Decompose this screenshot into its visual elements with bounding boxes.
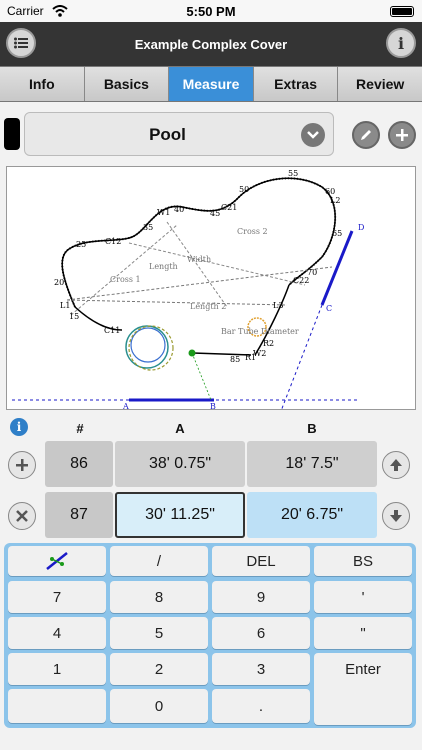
close-icon [16,510,28,522]
plus-icon [16,459,28,471]
arrow-up-icon [390,459,402,471]
point-c12: C12 [105,237,122,246]
point-35: 35 [143,223,154,232]
key-feet[interactable]: ' [314,581,412,613]
point-d: D [358,223,365,232]
measurement-diagram[interactable]: 55 60 L2 50 C21 45 40 W1 35 C12 25 20 L1… [6,166,416,411]
key-0[interactable]: 0 [110,689,208,723]
point-l1: L1 [60,301,71,310]
info-icon[interactable]: i [10,418,28,436]
keypad: / DEL BS 7 8 9 ' 4 5 6 " 1 2 3 Enter 0 . [4,543,416,728]
tab-bar: Info Basics Measure Extras Review [0,66,422,102]
point-r1: R1 [245,353,257,362]
point-c22: C22 [293,276,310,285]
draw-line-icon [46,552,68,570]
point-60: 60 [325,187,336,196]
cross-2-label: Cross 2 [237,227,268,236]
row-1-b[interactable]: 18' 7.5" [247,441,377,487]
point-45: 45 [210,209,221,218]
clock: 5:50 PM [186,4,236,19]
point-c: C [326,304,333,313]
delete-row-button[interactable] [8,502,36,530]
shape-select[interactable]: Pool [24,112,334,156]
key-inches[interactable]: " [314,617,412,649]
point-65: 65 [332,229,343,238]
arrow-down-icon [390,510,402,522]
tab-review[interactable]: Review [338,67,422,101]
point-w1: W1 [157,208,171,217]
key-del[interactable]: DEL [212,546,310,576]
page-title: Example Complex Cover [134,37,288,52]
row-2-a[interactable]: 30' 11.25" [115,492,245,538]
add-row-button[interactable] [8,451,36,479]
edit-button[interactable] [352,121,380,149]
key-1[interactable]: 1 [8,653,106,685]
row-1-num[interactable]: 86 [45,441,113,487]
key-2[interactable]: 2 [110,653,208,685]
key-7[interactable]: 7 [8,581,106,613]
point-l2: L2 [330,196,341,205]
point-40: 40 [174,205,185,214]
key-4[interactable]: 4 [8,617,106,649]
tab-basics[interactable]: Basics [84,67,170,101]
tab-extras[interactable]: Extras [253,67,339,101]
key-bs[interactable]: BS [314,546,412,576]
info-icon: i [397,33,405,53]
point-c11: C11 [104,326,121,335]
point-c21: C21 [221,203,238,212]
status-bar: Carrier 5:50 PM [0,0,422,22]
point-50: 50 [239,185,250,194]
point-l3: L3 [273,301,284,310]
title-bar: Example Complex Cover i [0,22,422,66]
enter-key[interactable]: Enter [314,653,412,725]
point-a: A [123,402,129,411]
point-15: 15 [69,312,80,321]
key-5[interactable]: 5 [110,617,208,649]
point-r2: R2 [263,339,275,348]
draw-line-key[interactable] [8,546,106,576]
color-indicator [4,118,20,150]
info-button[interactable]: i [386,28,416,58]
col-header-num: # [76,421,84,436]
row-1-a[interactable]: 38' 0.75" [115,441,245,487]
key-8[interactable]: 8 [110,581,208,613]
add-shape-button[interactable] [388,121,416,149]
length-2-label: Length 2 [190,302,227,311]
point-85: 85 [230,355,241,364]
move-up-button[interactable] [382,451,410,479]
point-55: 55 [288,169,299,178]
row-2-b[interactable]: 20' 6.75" [247,492,377,538]
key-blank[interactable] [8,689,106,723]
row-2-num[interactable]: 87 [45,492,113,538]
shape-select-value: Pool [149,125,186,144]
length-label: Length [149,262,178,271]
tab-measure[interactable]: Measure [169,67,254,101]
point-20: 20 [54,278,65,287]
key-decimal[interactable]: . [212,689,310,723]
key-3[interactable]: 3 [212,653,310,685]
pencil-icon [361,130,371,140]
width-label: Width [187,255,212,264]
tab-info[interactable]: Info [0,67,85,101]
chevron-down-icon [301,123,325,147]
plus-icon [396,129,408,141]
move-down-button[interactable] [382,502,410,530]
bar-tube-label: Bar Tube Diameter [221,327,299,336]
col-header-a: A [175,421,185,436]
key-9[interactable]: 9 [212,581,310,613]
col-header-b: B [307,421,317,436]
point-b: B [210,402,216,411]
key-slash[interactable]: / [110,546,208,576]
battery-icon [390,6,414,17]
point-25: 25 [76,240,87,249]
key-6[interactable]: 6 [212,617,310,649]
cross-1-label: Cross 1 [110,275,141,284]
